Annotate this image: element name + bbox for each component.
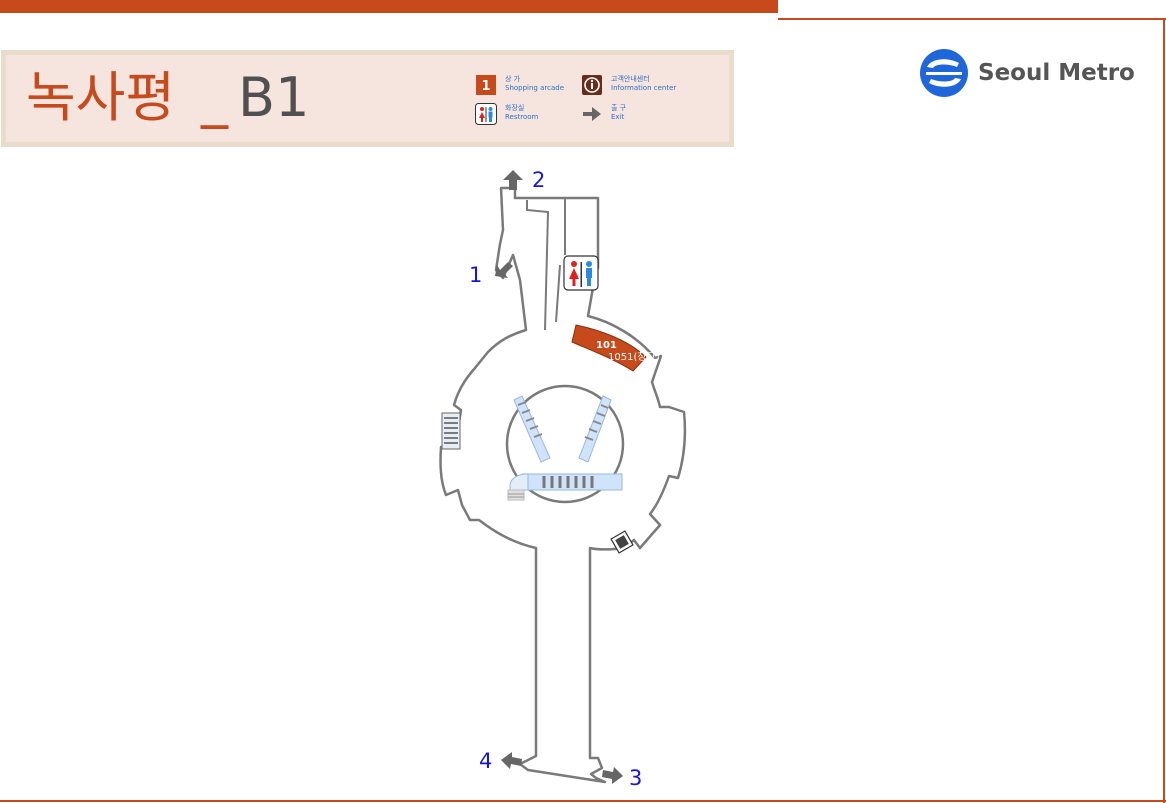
shop-note: 1051(창고) <box>608 351 660 363</box>
exit-4-arrow-icon <box>501 752 522 769</box>
exit-3-number: 3 <box>629 766 642 790</box>
exit-2-number: 2 <box>532 168 545 192</box>
station-map: 101 1051(창고) 2 1 4 3 <box>439 168 687 790</box>
exit-3[interactable]: 3 <box>602 766 642 790</box>
exit-4[interactable]: 4 <box>479 749 522 773</box>
exit-1[interactable]: 1 <box>469 262 513 287</box>
exit-4-number: 4 <box>479 749 492 773</box>
exit-2[interactable]: 2 <box>503 168 545 192</box>
exit-1-number: 1 <box>469 263 482 287</box>
shop-number: 101 <box>596 340 617 351</box>
stairs-icon <box>441 412 461 450</box>
map-restroom-icon <box>563 255 599 291</box>
